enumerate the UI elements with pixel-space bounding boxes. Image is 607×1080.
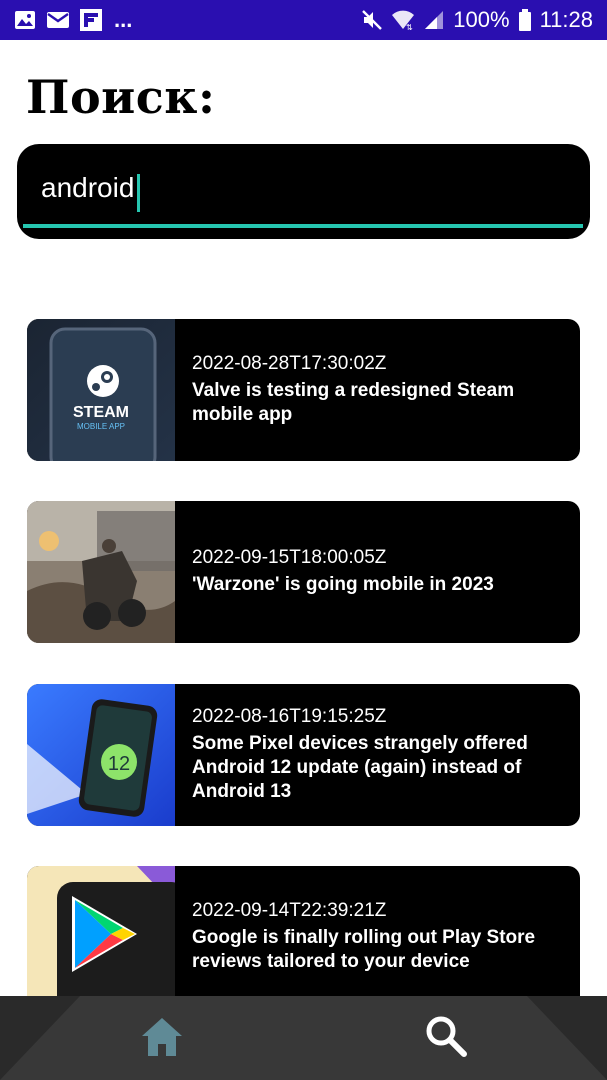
article-card[interactable]: 12 2022-08-16T19:15:25Z Some Pixel devic… bbox=[27, 684, 580, 826]
bottom-navigation bbox=[0, 996, 607, 1080]
mute-icon bbox=[361, 9, 383, 31]
more-notifications: ... bbox=[114, 7, 133, 32]
search-input[interactable] bbox=[41, 168, 561, 208]
thumb-android-version: 12 bbox=[108, 753, 130, 775]
search-icon[interactable] bbox=[422, 1012, 470, 1060]
status-bar: ... ⇅ 100% 11:28 bbox=[0, 0, 607, 40]
gallery-icon bbox=[14, 10, 36, 30]
mail-icon bbox=[46, 11, 70, 29]
thumb-steam-text: STEAM bbox=[73, 404, 129, 421]
nav-shade bbox=[0, 996, 80, 1080]
article-date: 2022-09-15T18:00:05Z bbox=[192, 547, 387, 568]
battery-percent: 100% bbox=[453, 7, 510, 32]
article-title: 'Warzone' is going mobile in 2023 bbox=[192, 574, 494, 595]
article-thumbnail: 12 bbox=[27, 684, 175, 826]
home-icon[interactable] bbox=[138, 1014, 186, 1060]
clock: 11:28 bbox=[539, 7, 593, 32]
svg-text:⇅: ⇅ bbox=[406, 23, 413, 31]
article-date: 2022-08-16T19:15:25Z bbox=[192, 706, 387, 727]
battery-icon bbox=[518, 9, 532, 31]
system-icons: ⇅ 100% 11:28 bbox=[361, 7, 593, 33]
search-underline bbox=[23, 224, 583, 228]
notification-icons: ... bbox=[14, 7, 132, 33]
text-cursor bbox=[137, 174, 140, 212]
page-title: Поиск: bbox=[26, 70, 216, 124]
article-title: Valve is testing a redesigned Steam mobi… bbox=[192, 380, 515, 425]
thumb-steam-subtext: MOBILE APP bbox=[77, 422, 125, 431]
nav-shade bbox=[527, 996, 607, 1080]
article-card[interactable]: 2022-09-15T18:00:05Z 'Warzone' is going … bbox=[27, 501, 580, 643]
article-title: Google is finally rolling out Play Store… bbox=[192, 927, 536, 972]
signal-icon bbox=[423, 9, 445, 31]
flipboard-icon bbox=[80, 9, 102, 31]
article-thumbnail: STEAM MOBILE APP bbox=[27, 319, 175, 461]
article-date: 2022-09-14T22:39:21Z bbox=[192, 900, 387, 921]
article-thumbnail bbox=[27, 866, 175, 1008]
article-title: Some Pixel devices strangely offered And… bbox=[192, 733, 528, 802]
wifi-icon: ⇅ bbox=[391, 9, 415, 31]
article-card[interactable]: 2022-09-14T22:39:21Z Google is finally r… bbox=[27, 866, 580, 1008]
article-date: 2022-08-28T17:30:02Z bbox=[192, 353, 387, 374]
article-thumbnail bbox=[27, 501, 175, 643]
article-card[interactable]: STEAM MOBILE APP 2022-08-28T17:30:02Z Va… bbox=[27, 319, 580, 461]
